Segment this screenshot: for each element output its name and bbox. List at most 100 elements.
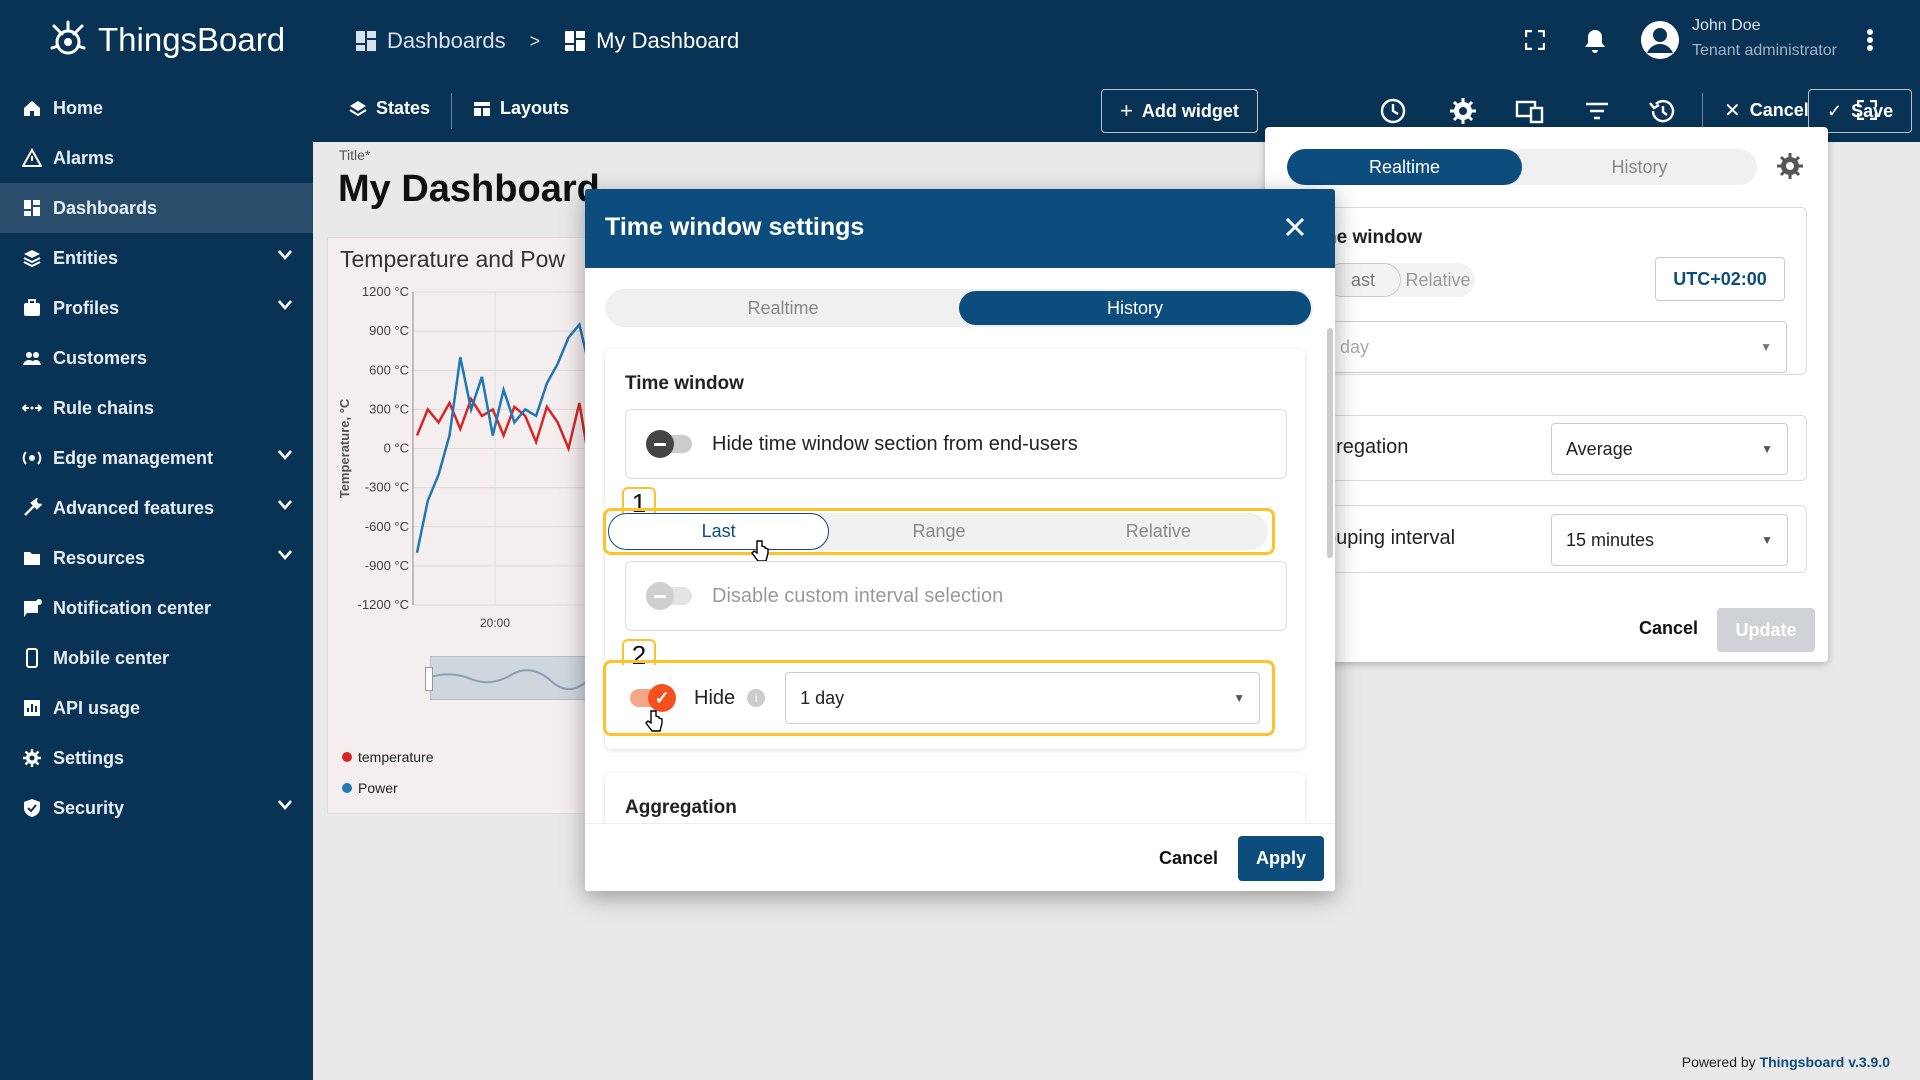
chevron-down-icon[interactable] bbox=[277, 799, 293, 811]
entities-icon bbox=[21, 247, 43, 269]
sidebar-item-dashboards[interactable]: Dashboards bbox=[0, 183, 313, 233]
close-icon[interactable] bbox=[1283, 215, 1307, 239]
panel-aggregation-select[interactable]: Average ▼ bbox=[1551, 423, 1788, 475]
fullscreen-icon[interactable] bbox=[1525, 30, 1545, 50]
notifications-bell-icon[interactable] bbox=[1584, 28, 1606, 54]
sidebar-item-settings[interactable]: Settings bbox=[0, 733, 313, 783]
dialog-time-window-card: Time window Hide time window section fro… bbox=[603, 349, 1305, 749]
layouts-icon bbox=[474, 101, 490, 116]
cancel-edit-button[interactable]: ✕ Cancel bbox=[1724, 98, 1809, 123]
panel-cancel-button[interactable]: Cancel bbox=[1639, 618, 1698, 639]
sidebar-item-home[interactable]: Home bbox=[0, 83, 313, 133]
top-header: Dashboards > My Dashboard John Doe Tenan… bbox=[313, 0, 1920, 142]
legend-label: temperature bbox=[358, 749, 434, 765]
dialog-window-type-toggle: Last Range Relative bbox=[608, 513, 1268, 550]
powered-by: Powered by Thingsboard v.3.9.0 bbox=[1682, 1054, 1890, 1070]
window-type-range[interactable]: Range bbox=[829, 521, 1048, 542]
zoom-handle[interactable] bbox=[425, 667, 433, 691]
interval-select-value: 1 day bbox=[800, 687, 845, 708]
dialog-scrollbar[interactable] bbox=[1327, 328, 1333, 558]
history-icon[interactable] bbox=[1648, 98, 1676, 124]
folder-icon bbox=[21, 547, 43, 569]
hide-section-label: Hide time window section from end-users bbox=[712, 432, 1078, 455]
rule-chains-icon bbox=[21, 397, 43, 419]
legend-item-temperature[interactable]: temperature bbox=[342, 749, 433, 765]
sidebar-item-label: Edge management bbox=[53, 447, 214, 468]
hide-interval-toggle[interactable]: ✓ bbox=[630, 684, 676, 712]
powered-by-link[interactable]: Thingsboard v.3.9.0 bbox=[1760, 1054, 1890, 1070]
gear-icon bbox=[21, 747, 43, 769]
chart-zoom-slider[interactable] bbox=[425, 656, 591, 700]
sidebar-item-rule-chains[interactable]: Rule chains bbox=[0, 383, 313, 433]
add-widget-button[interactable]: + Add widget bbox=[1101, 89, 1258, 133]
chevron-down-icon: ▼ bbox=[1760, 340, 1772, 354]
disable-custom-interval-toggle[interactable] bbox=[646, 582, 692, 610]
hide-section-toggle[interactable] bbox=[646, 430, 692, 458]
panel-update-button[interactable]: Update bbox=[1717, 608, 1815, 652]
sidebar-item-label: Entities bbox=[53, 247, 119, 268]
user-name: John Doe bbox=[1692, 17, 1761, 34]
panel-tab-realtime[interactable]: Realtime bbox=[1287, 149, 1522, 185]
y-tick-label: -600 °C bbox=[365, 519, 409, 534]
clock-icon[interactable] bbox=[1380, 98, 1406, 124]
sidebar-item-entities[interactable]: Entities bbox=[0, 233, 313, 283]
panel-grouping-select[interactable]: 15 minutes ▼ bbox=[1551, 514, 1788, 566]
panel-mode-toggle: Realtime History bbox=[1287, 149, 1757, 185]
chevron-down-icon[interactable] bbox=[277, 299, 293, 311]
sidebar-item-mobile-center[interactable]: Mobile center bbox=[0, 633, 313, 683]
sidebar-item-label: Security bbox=[53, 797, 125, 818]
devices-layout-icon[interactable] bbox=[1515, 98, 1545, 124]
alarm-warning-icon bbox=[21, 147, 43, 169]
app-logo[interactable]: ThingsBoard bbox=[46, 18, 285, 62]
chevron-down-icon[interactable] bbox=[277, 249, 293, 261]
shield-icon bbox=[21, 797, 43, 819]
dialog-tab-realtime[interactable]: Realtime bbox=[607, 298, 959, 319]
time-window-popover: Realtime History ne window ast Relative … bbox=[1265, 127, 1828, 662]
home-icon bbox=[21, 97, 43, 119]
chevron-down-icon[interactable] bbox=[277, 549, 293, 561]
legend-item-power[interactable]: Power bbox=[342, 780, 398, 796]
panel-tab-history[interactable]: History bbox=[1522, 157, 1757, 178]
panel-mode-relative[interactable]: Relative bbox=[1401, 270, 1475, 291]
filter-icon[interactable] bbox=[1585, 101, 1609, 121]
sidebar-item-resources[interactable]: Resources bbox=[0, 533, 313, 583]
breadcrumb: Dashboards > My Dashboard bbox=[355, 28, 739, 54]
dialog-cancel-button[interactable]: Cancel bbox=[1159, 848, 1218, 869]
breadcrumb-dashboards[interactable]: Dashboards bbox=[387, 28, 506, 54]
layouts-button[interactable]: Layouts bbox=[473, 98, 569, 119]
panel-mode-last[interactable]: ast bbox=[1325, 263, 1401, 297]
states-button[interactable]: States bbox=[349, 98, 430, 119]
panel-time-window-title: ne window bbox=[1325, 227, 1423, 248]
sidebar-item-advanced-features[interactable]: Advanced features bbox=[0, 483, 313, 533]
panel-interval-select[interactable]: day ▼ bbox=[1325, 321, 1787, 373]
avatar[interactable] bbox=[1640, 20, 1680, 60]
chevron-down-icon[interactable] bbox=[277, 499, 293, 511]
sidebar-item-edge-management[interactable]: Edge management bbox=[0, 433, 313, 483]
sidebar-item-security[interactable]: Security bbox=[0, 783, 313, 833]
expand-icon[interactable] bbox=[1857, 100, 1877, 120]
pointer-hand-cursor-icon bbox=[645, 710, 663, 732]
sidebar-item-profiles[interactable]: Profiles bbox=[0, 283, 313, 333]
dialog-apply-button[interactable]: Apply bbox=[1238, 836, 1324, 881]
window-type-last[interactable]: Last bbox=[608, 513, 830, 550]
dashboard-title[interactable]: My Dashboard bbox=[338, 168, 600, 211]
sidebar-item-label: Resources bbox=[53, 547, 146, 568]
panel-interval-value: day bbox=[1340, 336, 1370, 357]
chevron-down-icon[interactable] bbox=[277, 449, 293, 461]
sidebar-item-label: Alarms bbox=[53, 147, 115, 168]
sidebar-item-notification-center[interactable]: Notification center bbox=[0, 583, 313, 633]
sidebar-item-alarms[interactable]: Alarms bbox=[0, 133, 313, 183]
panel-aggregation-value: Average bbox=[1566, 438, 1633, 459]
chevron-down-icon: ▼ bbox=[1761, 533, 1773, 547]
more-vert-icon[interactable] bbox=[1866, 28, 1874, 52]
sidebar-item-api-usage[interactable]: API usage bbox=[0, 683, 313, 733]
window-type-relative[interactable]: Relative bbox=[1049, 521, 1268, 542]
interval-select[interactable]: 1 day ▼ bbox=[785, 672, 1261, 724]
info-icon[interactable]: i bbox=[747, 689, 766, 707]
sidebar-item-customers[interactable]: Customers bbox=[0, 333, 313, 383]
timezone-button[interactable]: UTC+02:00 bbox=[1655, 257, 1785, 301]
dialog-tab-history[interactable]: History bbox=[959, 291, 1311, 325]
gear-icon[interactable] bbox=[1450, 98, 1476, 124]
settings-gear-icon[interactable] bbox=[1777, 153, 1803, 179]
disable-custom-interval-label: Disable custom interval selection bbox=[712, 584, 1004, 607]
